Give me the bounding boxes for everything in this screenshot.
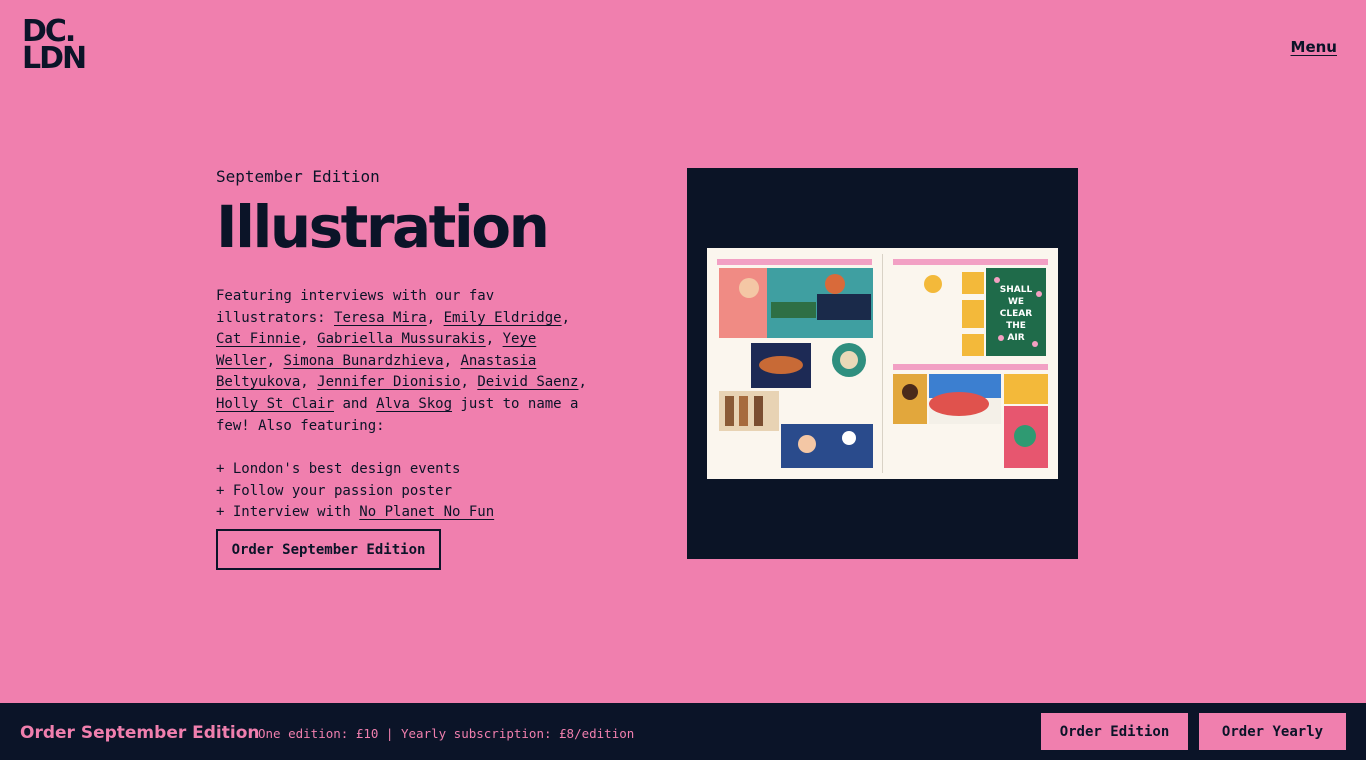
artwork-text: WE [1008,297,1024,307]
separator: , [443,352,461,369]
order-yearly-button[interactable]: Order Yearly [1199,713,1346,750]
illustrator-link[interactable]: Teresa Mira [334,310,427,326]
order-bar: Order September Edition One edition: £10… [0,703,1366,760]
no-planet-no-fun-link[interactable]: No Planet No Fun [359,504,494,520]
illustrator-link[interactable]: Alva Skog [376,396,452,412]
menu-link[interactable]: Menu [1291,38,1337,56]
artwork-text: THE [1006,321,1026,331]
illustrator-link[interactable]: Cat Finnie [216,331,300,347]
separator: , [426,309,444,326]
edition-content: September Edition Illustration Featuring… [216,166,636,570]
feature-text: + Interview with [216,504,360,521]
order-september-edition-button[interactable]: Order September Edition [216,529,441,570]
separator: , [266,352,284,369]
illustrator-link[interactable]: Jennifer Dionisio [317,374,460,390]
separator: , [485,331,503,348]
illustrator-link[interactable]: Gabriella Mussurakis [317,331,486,347]
separator: , [460,374,478,391]
artwork-text: SHALL [1000,285,1033,295]
separator: , [300,331,318,348]
illustrator-link[interactable]: Holly St Clair [216,396,334,412]
dc-ldn-logo[interactable]: DC. LDN [22,17,87,76]
edition-title: Illustration [216,193,550,261]
separator: , [561,309,571,326]
logo-line-2: LDN [22,41,87,76]
order-bar-title: Order September Edition [20,723,260,743]
order-edition-button[interactable]: Order Edition [1041,713,1188,750]
illustrator-link[interactable]: Deivid Saenz [477,374,578,390]
magazine-preview: SHALL WE CLEAR THE AIR [687,168,1078,559]
pricing-text: One edition: £10 | Yearly subscription: … [258,726,635,741]
artwork-text: CLEAR [1000,309,1032,319]
separator: , [300,374,318,391]
illustrator-link[interactable]: Emily Eldridge [444,310,562,326]
illustrator-link[interactable]: Simona Bunardzhieva [283,353,443,369]
magazine-spread-image: SHALL WE CLEAR THE AIR [707,248,1058,479]
features-list: + London's best design events + Follow y… [216,459,636,524]
artwork-text: AIR [1007,333,1024,343]
feature-item: + Interview with No Planet No Fun [216,502,636,524]
feature-item: + Follow your passion poster [216,482,453,499]
separator: , [578,374,587,391]
feature-item: + London's best design events [216,461,461,478]
edition-description: Featuring interviews with our fav illust… [216,286,596,437]
separator: and [334,395,377,412]
edition-label: September Edition [216,167,380,186]
